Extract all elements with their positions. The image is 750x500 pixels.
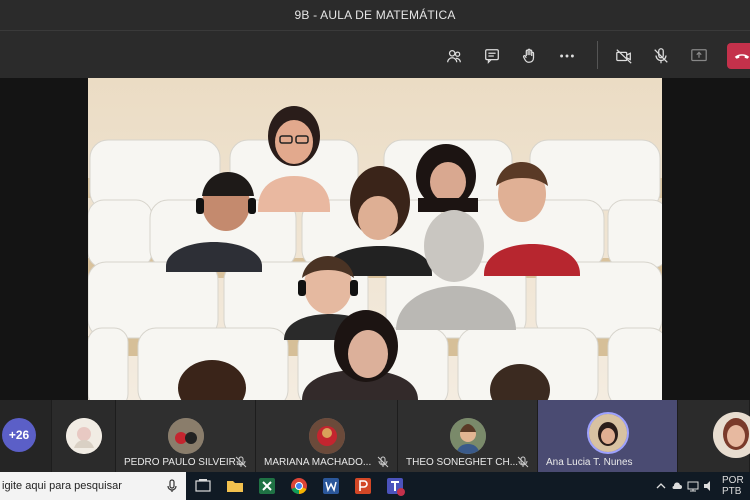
keyboard-layout: PTB: [722, 486, 742, 497]
chat-icon[interactable]: [479, 43, 505, 69]
participant-tile-avatar[interactable]: [52, 400, 116, 472]
teams-icon[interactable]: [385, 476, 405, 496]
participant-tile[interactable]: MARIANA MACHADO...: [256, 400, 398, 472]
mic-muted-icon: [377, 456, 389, 468]
more-participants-count[interactable]: +26: [2, 418, 36, 452]
participant-name: Ana Lucia T. Nunes: [546, 457, 633, 468]
participant-name: MARIANA MACHADO...: [264, 457, 372, 468]
cloud-icon[interactable]: [671, 480, 683, 492]
share-screen-icon[interactable]: [686, 43, 712, 69]
avatar: [65, 418, 102, 454]
people-icon[interactable]: [441, 43, 467, 69]
excel-icon[interactable]: [257, 476, 277, 496]
participant-name: THEO SONEGHET CH...: [406, 457, 519, 468]
input-language[interactable]: POR PTB: [722, 475, 744, 497]
participant-tile[interactable]: THEO SONEGHET CH...: [398, 400, 538, 472]
main-stage: [0, 78, 750, 400]
avatar: [586, 412, 629, 454]
mic-muted-icon: [517, 456, 529, 468]
shared-video: [88, 78, 662, 400]
camera-off-icon[interactable]: [611, 43, 637, 69]
avatar: [713, 412, 750, 458]
avatar: [167, 418, 204, 454]
avatar: [449, 418, 486, 454]
together-mode-scene: [88, 78, 662, 400]
hang-up-button[interactable]: [727, 43, 750, 69]
participant-roster: +26 PEDRO PAULO SILVEIR... MARIANA MACHA…: [0, 400, 750, 472]
word-icon[interactable]: [321, 476, 341, 496]
self-view-tile[interactable]: [678, 400, 750, 472]
toolbar-divider: [597, 41, 598, 69]
more-participants-tile[interactable]: +26: [0, 400, 52, 472]
title-bar: 9B - AULA DE MATEMÁTICA: [0, 0, 750, 30]
file-explorer-icon[interactable]: [225, 476, 245, 496]
meeting-toolbar: [0, 30, 750, 78]
window-title: 9B - AULA DE MATEMÁTICA: [294, 8, 456, 22]
windows-taskbar: igite aqui para pesquisar POR PTB: [0, 472, 750, 500]
volume-icon[interactable]: [703, 480, 715, 492]
participant-tile-active-speaker[interactable]: Ana Lucia T. Nunes: [538, 400, 678, 472]
task-view-icon[interactable]: [193, 476, 213, 496]
chevron-up-icon[interactable]: [655, 480, 667, 492]
participant-tile[interactable]: PEDRO PAULO SILVEIR...: [116, 400, 256, 472]
taskbar-search-input[interactable]: igite aqui para pesquisar: [0, 472, 186, 500]
avatar: [308, 418, 345, 454]
mic-muted-icon: [235, 456, 247, 468]
chrome-icon[interactable]: [289, 476, 309, 496]
raise-hand-icon[interactable]: [516, 43, 542, 69]
more-icon[interactable]: [554, 43, 580, 69]
powerpoint-icon[interactable]: [353, 476, 373, 496]
microphone-icon[interactable]: [166, 479, 178, 493]
participant-name: PEDRO PAULO SILVEIR...: [124, 457, 245, 468]
network-icon[interactable]: [687, 480, 699, 492]
language-code: POR: [722, 475, 744, 486]
mic-off-icon[interactable]: [648, 43, 674, 69]
